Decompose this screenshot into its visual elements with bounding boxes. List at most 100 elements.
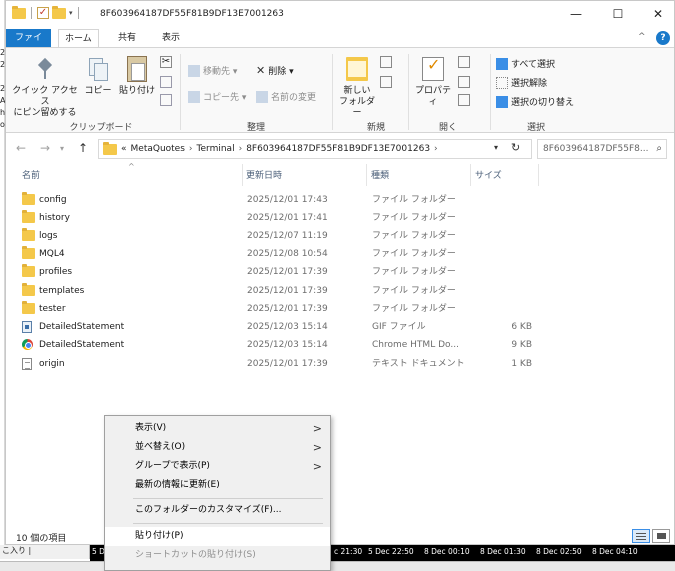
toolbar-divider: [77, 7, 79, 19]
copy-button[interactable]: コピー: [84, 54, 112, 97]
file-row[interactable]: DetailedStatement 2025/12/03 15:14 GIF フ…: [16, 318, 536, 336]
history-icon[interactable]: [458, 94, 470, 106]
group-label-organize: 整理: [246, 123, 265, 133]
copy-to-icon: [188, 90, 200, 103]
invert-selection-icon: [496, 95, 508, 108]
file-row[interactable]: origin 2025/12/01 17:39 テキスト ドキュメント 1 KB: [16, 355, 536, 373]
recent-chevron-icon[interactable]: ▾: [60, 144, 64, 153]
tab-share[interactable]: 共有: [112, 29, 142, 47]
column-header-type[interactable]: 種類: [371, 167, 389, 185]
paste-shortcut-icon[interactable]: [160, 94, 172, 106]
address-dropdown-icon[interactable]: ▾: [494, 143, 498, 152]
properties-icon: [422, 57, 444, 81]
pin-quick-access-button[interactable]: クイック アクセス にピン留めする: [10, 54, 80, 119]
file-type: ファイル フォルダー: [372, 231, 456, 241]
breadcrumb-metaquotes[interactable]: MetaQuotes: [131, 144, 185, 154]
up-arrow-icon[interactable]: ↑: [78, 141, 88, 155]
menu-item-label: 表示(V): [135, 423, 167, 433]
forward-arrow-icon[interactable]: →: [40, 141, 50, 155]
rename-button[interactable]: 名前の変更: [256, 90, 316, 103]
new-item-icon[interactable]: [380, 56, 392, 68]
properties-icon[interactable]: ✓: [37, 7, 49, 19]
column-header-name[interactable]: 名前: [22, 167, 40, 185]
delete-button[interactable]: ✕ 削除 ▾: [256, 64, 294, 77]
menu-item-group-by[interactable]: グループで表示(P) >: [105, 457, 330, 476]
close-button[interactable]: ✕: [646, 5, 670, 23]
column-divider[interactable]: [242, 164, 243, 186]
file-type: ファイル フォルダー: [372, 267, 456, 277]
edit-icon[interactable]: [458, 76, 470, 88]
file-row[interactable]: config 2025/12/01 17:43 ファイル フォルダー: [16, 191, 536, 209]
ribbon-tabs: ファイル ホーム 共有 表示 ^ ?: [6, 29, 674, 61]
file-row[interactable]: logs 2025/12/07 11:19 ファイル フォルダー: [16, 227, 536, 245]
file-name: DetailedStatement: [39, 340, 125, 350]
address-bar[interactable]: « MetaQuotes › Terminal › 8F603964187DF5…: [98, 139, 532, 159]
background-chart-strip: こ入り | 5 D c 21:30 5 Dec 22:50 8 Dec 00:1…: [0, 545, 675, 571]
search-input[interactable]: 8F603964187DF55F8...: [543, 144, 648, 154]
select-none-button[interactable]: 選択解除: [496, 76, 547, 89]
chevron-up-icon[interactable]: ^: [638, 32, 646, 42]
folder-icon: [103, 141, 117, 155]
time-tick-label: 5 D: [92, 547, 105, 556]
file-date: 2025/12/01 17:41: [247, 213, 328, 223]
chevron-right-icon[interactable]: ›: [189, 144, 193, 154]
move-to-button[interactable]: 移動先 ▾: [188, 64, 237, 77]
file-row[interactable]: DetailedStatement 2025/12/03 15:14 Chrom…: [16, 336, 536, 354]
menu-item-paste[interactable]: 貼り付け(P): [105, 527, 330, 546]
help-icon[interactable]: ?: [656, 31, 670, 45]
column-divider[interactable]: [470, 164, 471, 186]
invert-selection-button[interactable]: 選択の切り替え: [496, 95, 574, 108]
menu-item-customize-folder[interactable]: このフォルダーのカスタマイズ(F)...: [105, 501, 330, 520]
open-icon[interactable]: [458, 56, 470, 68]
breadcrumb-terminal[interactable]: Terminal: [197, 144, 235, 154]
easy-access-icon[interactable]: [380, 76, 392, 88]
copy-to-button[interactable]: コピー先 ▾: [188, 90, 246, 103]
tab-view[interactable]: 表示: [156, 29, 186, 47]
chevron-down-icon[interactable]: ▾: [69, 9, 73, 17]
large-icons-view-button[interactable]: [652, 529, 670, 543]
minimize-button[interactable]: —: [564, 5, 588, 23]
menu-item-sort[interactable]: 並べ替え(O) >: [105, 438, 330, 457]
chevron-right-icon[interactable]: ›: [434, 144, 438, 154]
folder-icon: [22, 246, 35, 259]
details-view-button[interactable]: [632, 529, 650, 543]
paste-button[interactable]: 貼り付け: [116, 54, 158, 97]
back-arrow-icon[interactable]: ←: [16, 141, 26, 155]
column-divider[interactable]: [538, 164, 539, 186]
chevron-right-icon[interactable]: ›: [239, 144, 243, 154]
breadcrumb-current-folder[interactable]: 8F603964187DF55F81B9DF13E7001263: [246, 144, 430, 154]
properties-button[interactable]: プロパティ: [412, 54, 454, 108]
refresh-icon[interactable]: ↻: [511, 141, 520, 154]
new-folder-icon[interactable]: [52, 5, 66, 19]
new-folder-button[interactable]: 新しい フォルダー: [336, 54, 378, 119]
file-size: 6 KB: [511, 322, 532, 332]
folder-icon: [22, 283, 35, 296]
maximize-button[interactable]: ☐: [606, 5, 630, 23]
file-name: templates: [39, 286, 85, 296]
breadcrumb-overflow[interactable]: «: [121, 144, 127, 154]
search-box[interactable]: 8F603964187DF55F8... ⌕: [537, 139, 667, 159]
menu-item-paste-shortcut[interactable]: ショートカットの貼り付け(S): [105, 546, 330, 565]
cut-icon[interactable]: ✂: [160, 56, 172, 68]
menu-item-refresh[interactable]: 最新の情報に更新(E): [105, 476, 330, 495]
search-icon[interactable]: ⌕: [656, 143, 662, 154]
file-row[interactable]: profiles 2025/12/01 17:39 ファイル フォルダー: [16, 263, 536, 281]
menu-item-view[interactable]: 表示(V) >: [105, 419, 330, 438]
select-all-button[interactable]: すべて選択: [496, 57, 555, 70]
copy-path-icon[interactable]: [160, 76, 172, 88]
tab-file[interactable]: ファイル: [6, 29, 51, 61]
menu-separator: [133, 498, 323, 499]
tiles-icon: [657, 533, 666, 539]
background-taskbar-strip: [0, 561, 675, 571]
folder-icon: [22, 210, 35, 223]
file-row[interactable]: templates 2025/12/01 17:39 ファイル フォルダー: [16, 282, 536, 300]
file-row[interactable]: MQL4 2025/12/08 10:54 ファイル フォルダー: [16, 245, 536, 263]
tab-home[interactable]: ホーム: [58, 29, 99, 48]
column-header-date[interactable]: 更新日時: [246, 167, 282, 185]
quick-access-toolbar: ✓ ▾: [12, 5, 81, 19]
chevron-right-icon: >: [312, 441, 322, 454]
file-row[interactable]: history 2025/12/01 17:41 ファイル フォルダー: [16, 209, 536, 227]
column-divider[interactable]: [366, 164, 367, 186]
column-header-size[interactable]: サイズ: [475, 167, 502, 185]
file-row[interactable]: tester 2025/12/01 17:39 ファイル フォルダー: [16, 300, 536, 318]
